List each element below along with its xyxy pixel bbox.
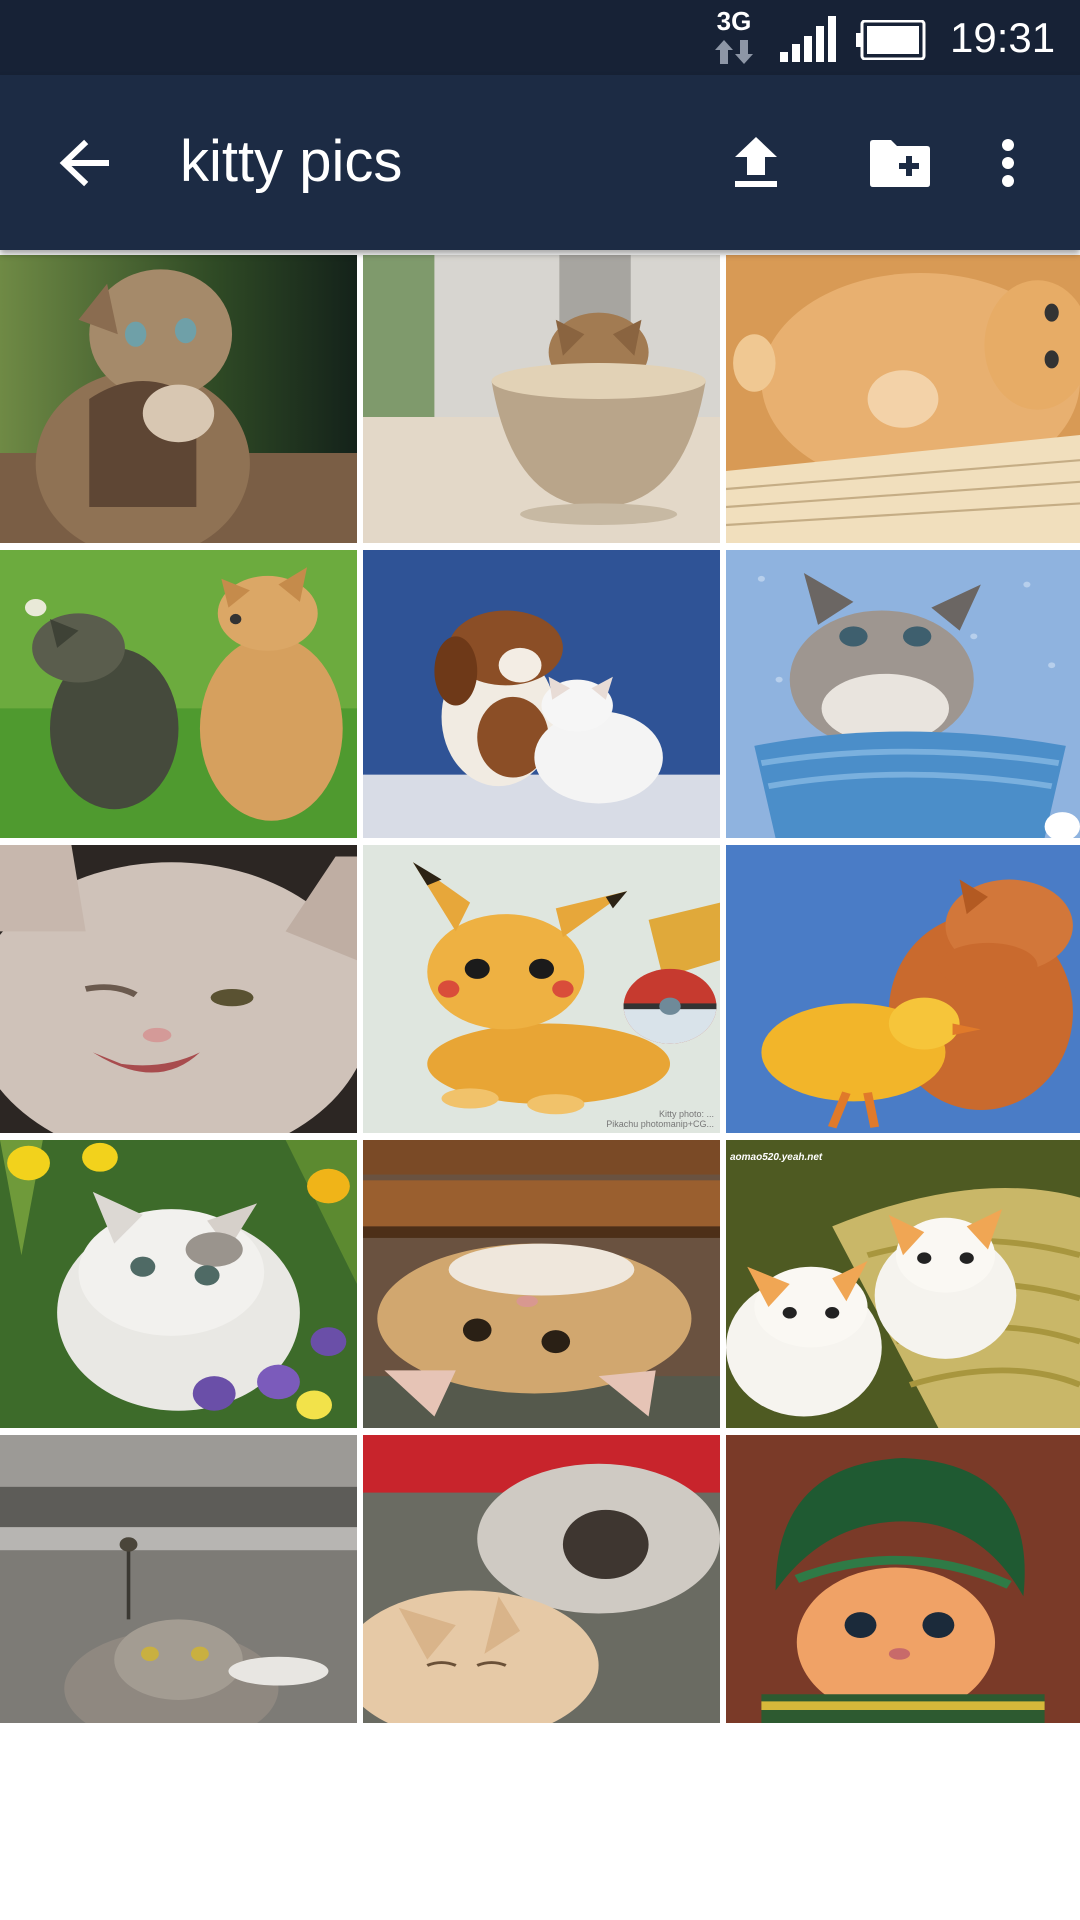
network-indicator: 3G (712, 8, 756, 68)
photo-thumbnail[interactable] (726, 1435, 1080, 1723)
upload-icon (735, 137, 777, 187)
photo-thumbnail[interactable]: aomao520.yeah.net (726, 1140, 1080, 1428)
more-vertical-icon (1002, 139, 1014, 187)
kitten-in-bowl-image (363, 255, 720, 543)
pikachu-kitten-image (363, 845, 720, 1133)
watermark-line: Pikachu photomanip+CG... (606, 1119, 714, 1129)
watermark: aomao520.yeah.net (730, 1152, 823, 1163)
photo-thumbnail[interactable] (363, 255, 720, 543)
network-type-label: 3G (716, 6, 752, 36)
photo-thumbnail[interactable] (726, 550, 1080, 838)
photo-thumbnail[interactable] (726, 255, 1080, 543)
kitten-on-book-image (726, 255, 1080, 543)
photo-thumbnail[interactable] (363, 550, 720, 838)
photo-thumbnail[interactable] (0, 1435, 357, 1723)
kitten-with-flowers-image (0, 1140, 357, 1428)
photo-grid: Kitty photo: ... Pikachu photomanip+CG..… (0, 255, 1080, 1920)
kitten-in-blue-bowl-image (726, 550, 1080, 838)
status-bar: 3G 19:31 (0, 0, 1080, 75)
sleeping-kittens-image (363, 1435, 720, 1723)
watermark: Kitty photo: ... Pikachu photomanip+CG..… (606, 1109, 714, 1129)
wet-cat-image (0, 1435, 357, 1723)
photo-thumbnail[interactable] (363, 1140, 720, 1428)
photo-thumbnail[interactable] (363, 1435, 720, 1723)
kitten-in-knit-hat-image (726, 1435, 1080, 1723)
kittens-in-basket-image (726, 1140, 1080, 1428)
photo-thumbnail[interactable] (726, 845, 1080, 1133)
puppy-and-kitten-image (363, 550, 720, 838)
kitten-and-duckling-image (726, 845, 1080, 1133)
two-kittens-grass-image (0, 550, 357, 838)
photo-thumbnail[interactable] (0, 1140, 357, 1428)
photo-thumbnail[interactable] (0, 845, 357, 1133)
upload-button[interactable] (708, 115, 804, 211)
upside-down-kitten-image (363, 1140, 720, 1428)
praying-kitten-image (0, 255, 357, 543)
photo-thumbnail[interactable] (0, 255, 357, 543)
more-options-button[interactable] (960, 115, 1056, 211)
app-toolbar: kitty pics (0, 75, 1080, 250)
signal-strength-icon (780, 16, 836, 62)
new-folder-button[interactable] (852, 115, 948, 211)
back-button[interactable] (36, 115, 132, 211)
photo-thumbnail[interactable]: Kitty photo: ... Pikachu photomanip+CG..… (363, 845, 720, 1133)
battery-icon (856, 20, 926, 60)
page-title: kitty pics (180, 129, 403, 194)
arrow-left-icon (59, 139, 109, 187)
watermark-line: Kitty photo: ... (658, 1109, 714, 1119)
data-activity-icon (715, 40, 753, 64)
create-new-folder-icon (870, 140, 930, 187)
winking-kitten-image (0, 845, 357, 1133)
clock: 19:31 (950, 14, 1056, 61)
photo-thumbnail[interactable] (0, 550, 357, 838)
